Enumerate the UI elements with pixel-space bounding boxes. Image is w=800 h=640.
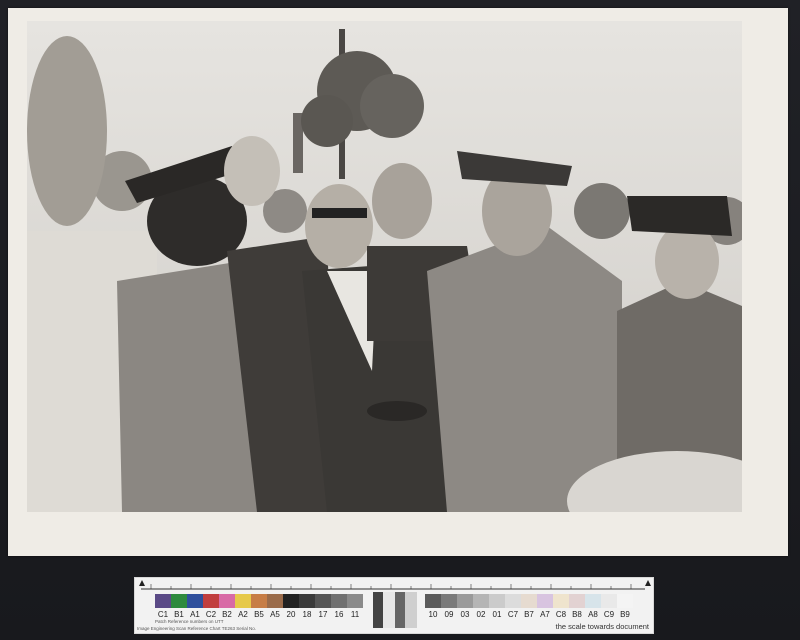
patch-label: 11 bbox=[350, 610, 360, 619]
patch-label: A7 bbox=[540, 610, 550, 619]
patch-label: B5 bbox=[254, 610, 264, 619]
color-reference-chart: C1 B1 A1 C2 B2 A2 B5 A5 20 18 17 16 11 1… bbox=[134, 577, 654, 634]
scale-ruler bbox=[141, 584, 645, 590]
up-arrow-icon bbox=[645, 580, 651, 586]
color-patches bbox=[155, 594, 363, 608]
patch-label: 10 bbox=[428, 610, 438, 619]
up-arrow-icon bbox=[139, 580, 145, 586]
patch-label: 02 bbox=[476, 610, 486, 619]
patch-label: 09 bbox=[444, 610, 454, 619]
patch-label: 16 bbox=[334, 610, 344, 619]
patch-label: A1 bbox=[190, 610, 200, 619]
gray-patch-labels: 10 09 03 02 01 C7 B7 A7 C8 B8 A8 C9 B9 bbox=[425, 610, 633, 619]
patch-label: 01 bbox=[492, 610, 502, 619]
scale-note: the scale towards document bbox=[555, 622, 649, 631]
patch-label: B9 bbox=[620, 610, 630, 619]
patch-label: C2 bbox=[205, 610, 217, 619]
patch-label: 17 bbox=[318, 610, 328, 619]
density-block bbox=[373, 592, 417, 628]
patch-label: B8 bbox=[572, 610, 582, 619]
photograph bbox=[27, 21, 742, 512]
patch-label: A2 bbox=[238, 610, 248, 619]
patch-label: C8 bbox=[555, 610, 567, 619]
patch-label: 18 bbox=[302, 610, 312, 619]
patch-label: A8 bbox=[588, 610, 598, 619]
patch-label: 20 bbox=[286, 610, 296, 619]
patch-label: C1 bbox=[157, 610, 169, 619]
patch-label: C9 bbox=[603, 610, 615, 619]
patch-label: B1 bbox=[174, 610, 184, 619]
chart-info-text: Image Engineering Scan Reference Chart T… bbox=[137, 626, 256, 631]
patch-label: B7 bbox=[524, 610, 534, 619]
color-patch-labels: C1 B1 A1 C2 B2 A2 B5 A5 20 18 17 16 11 bbox=[155, 610, 363, 619]
gray-patches bbox=[425, 594, 633, 608]
patch-label: B2 bbox=[222, 610, 232, 619]
photo-mount-card bbox=[8, 8, 788, 556]
patch-label: C7 bbox=[507, 610, 519, 619]
patch-label: A5 bbox=[270, 610, 280, 619]
patch-label: 03 bbox=[460, 610, 470, 619]
patch-reference-note: Patch Reference numbers on UTT bbox=[155, 619, 224, 624]
